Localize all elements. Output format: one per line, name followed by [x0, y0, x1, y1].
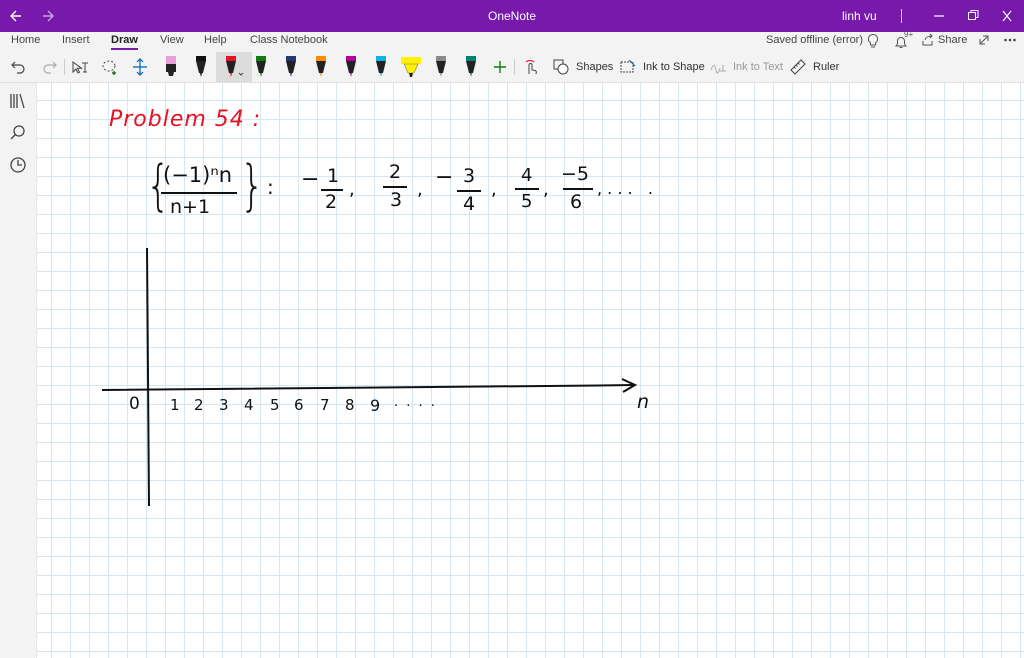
pen-magenta-icon	[346, 56, 356, 77]
y-axis-line	[146, 247, 150, 507]
restore-icon	[968, 10, 979, 20]
shapes-icon	[553, 59, 569, 75]
select-text-button[interactable]	[70, 52, 90, 82]
toolbar-divider	[64, 59, 65, 75]
minimize-icon	[934, 15, 944, 17]
ruler-button[interactable]: Ruler	[789, 52, 839, 82]
ink-to-shape-icon	[620, 59, 636, 73]
redo-button[interactable]	[40, 52, 58, 82]
pen-slot-1[interactable]	[162, 52, 180, 82]
pen-black-icon	[196, 56, 206, 77]
share-button[interactable]: Share	[921, 33, 967, 47]
tick-label-4: 4	[244, 396, 254, 414]
tick-label-2: 2	[194, 396, 204, 414]
tab-view[interactable]: View	[160, 34, 184, 46]
search-button[interactable]	[8, 123, 28, 143]
pen-orange-icon	[316, 56, 326, 77]
plus-icon	[494, 61, 506, 73]
lasso-select-button[interactable]	[100, 52, 120, 82]
origin-label: 0	[129, 394, 140, 414]
highlighter-yellow-icon	[401, 57, 421, 77]
recent-button[interactable]	[8, 155, 28, 175]
close-button[interactable]	[1000, 0, 1014, 32]
title-divider	[901, 9, 902, 23]
pen-red-icon	[226, 56, 244, 77]
ink-to-text-button[interactable]: Ink to Text	[709, 52, 783, 82]
ink-to-text-icon	[710, 65, 726, 74]
tick-label-1: 1	[170, 396, 180, 414]
tick-label-5: 5	[270, 396, 280, 414]
pen-slot-7[interactable]	[342, 52, 360, 82]
pen-slot-6[interactable]	[312, 52, 330, 82]
pen-slot-3-selected[interactable]	[216, 52, 252, 82]
tick-label-9: 9	[370, 396, 381, 415]
search-icon	[10, 125, 25, 140]
pen-navy-icon	[286, 56, 296, 77]
left-nav	[0, 83, 37, 658]
touch-draw-icon	[525, 60, 537, 75]
tab-insert[interactable]: Insert	[62, 34, 90, 46]
pen-slot-8[interactable]	[372, 52, 390, 82]
expand-icon[interactable]	[977, 33, 991, 52]
more-options-icon[interactable]	[1003, 33, 1017, 52]
ink-to-shape-button[interactable]: Ink to Shape	[619, 52, 705, 82]
clock-icon	[10, 157, 26, 173]
tick-ellipsis: . . . .	[394, 395, 437, 410]
tab-help[interactable]: Help	[204, 34, 227, 46]
notebooks-button[interactable]	[8, 91, 28, 111]
tab-draw[interactable]: Draw	[111, 34, 138, 50]
ink-to-shape-label: Ink to Shape	[643, 61, 705, 73]
tick-label-6: 6	[294, 396, 304, 414]
share-label: Share	[938, 34, 968, 46]
save-status[interactable]: Saved offline (error)	[766, 34, 863, 46]
highlighter-pink-icon	[166, 56, 176, 76]
pen-slot-11[interactable]	[462, 52, 480, 82]
x-axis-line	[101, 384, 634, 391]
notification-count: 9+	[904, 30, 914, 39]
notifications-button[interactable]: 9+	[893, 30, 917, 50]
touch-draw-button[interactable]	[522, 52, 540, 82]
add-space-button[interactable]	[130, 52, 150, 82]
ink-to-text-label: Ink to Text	[733, 61, 783, 73]
close-icon	[1002, 10, 1012, 22]
add-pen-button[interactable]	[492, 52, 508, 82]
draw-toolbar: Shapes Ink to Shape Ink to Text Ruler	[0, 52, 1024, 83]
tab-class-notebook[interactable]: Class Notebook	[250, 34, 328, 46]
pen-green-icon	[256, 56, 266, 77]
shapes-label: Shapes	[576, 61, 614, 73]
share-icon	[922, 33, 933, 46]
tab-home[interactable]: Home	[11, 34, 40, 46]
undo-icon	[11, 61, 25, 74]
toolbar-divider-2	[514, 59, 515, 75]
pen-slot-10[interactable]	[432, 52, 450, 82]
shapes-button[interactable]: Shapes	[552, 52, 613, 82]
pen-slot-5[interactable]	[282, 52, 300, 82]
redo-icon	[43, 61, 57, 74]
add-space-icon	[133, 58, 147, 76]
restore-button[interactable]	[966, 0, 980, 32]
lightbulb-icon[interactable]	[866, 33, 880, 54]
minimize-button[interactable]	[932, 0, 946, 32]
ruler-label: Ruler	[813, 61, 840, 73]
tick-label-7: 7	[320, 396, 330, 414]
note-canvas[interactable]: Problem 54 : { (−1)ⁿn n+1 } : − 1 2 , 2 …	[37, 83, 1024, 658]
x-axis-label: n	[637, 391, 650, 413]
pen-teal-icon	[466, 56, 476, 77]
axes-drawing	[101, 247, 638, 507]
pen-slot-4[interactable]	[252, 52, 270, 82]
tick-label-8: 8	[345, 396, 355, 414]
undo-button[interactable]	[10, 52, 28, 82]
pen-slot-9[interactable]	[399, 52, 423, 82]
lasso-icon	[102, 60, 116, 75]
notebooks-icon	[10, 93, 25, 109]
select-text-icon	[72, 61, 88, 74]
user-name[interactable]: linh vu	[842, 0, 877, 32]
title-bar: OneNote linh vu	[0, 0, 1024, 32]
tick-label-3: 3	[219, 396, 229, 414]
ribbon-tabs: Home Insert Draw View Help Class Noteboo…	[0, 30, 1024, 54]
pen-slot-2[interactable]	[192, 52, 210, 82]
ruler-icon	[790, 59, 806, 75]
pen-cyan-icon	[376, 56, 386, 77]
pen-gray-icon	[436, 56, 446, 77]
